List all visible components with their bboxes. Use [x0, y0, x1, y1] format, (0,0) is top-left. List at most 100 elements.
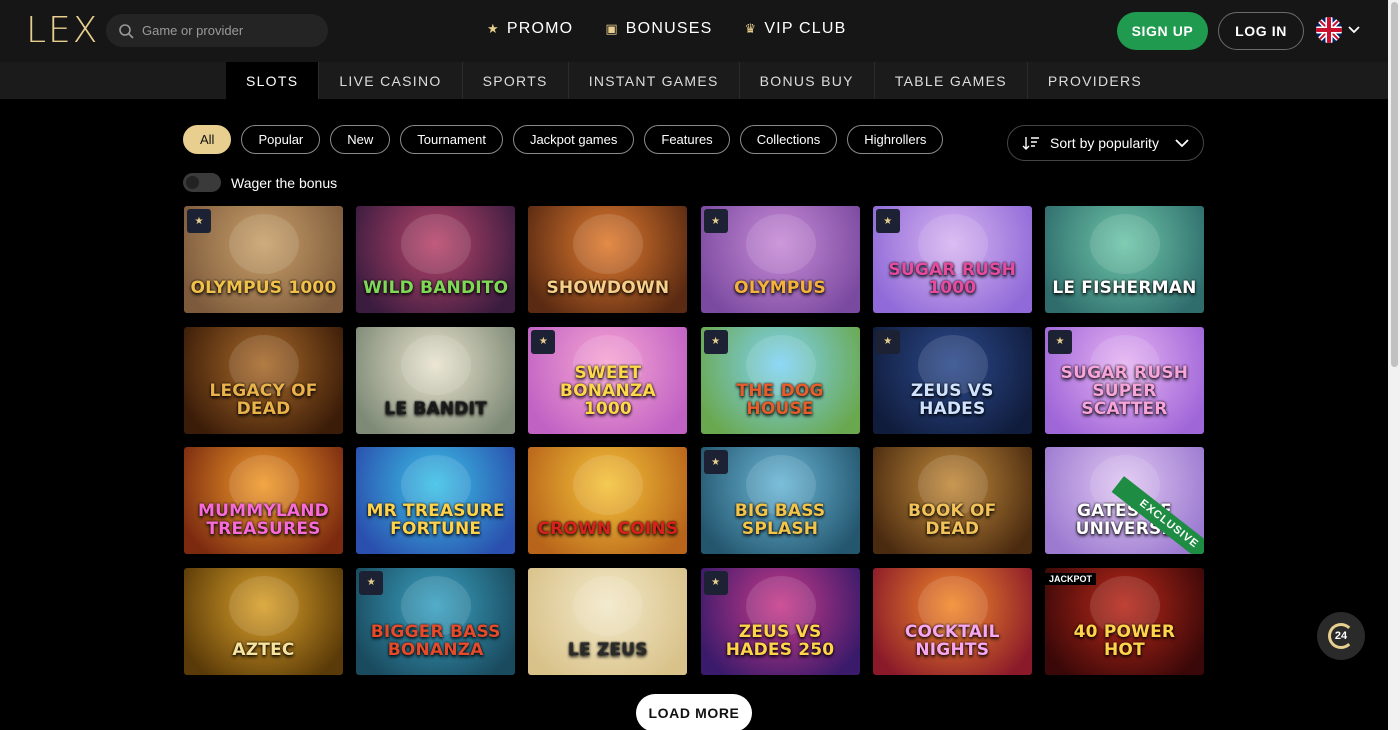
- support-ring-icon: [1328, 623, 1354, 649]
- support-24-button[interactable]: 24: [1317, 612, 1365, 660]
- filter-chips: All Popular New Tournament Jackpot games Feat…: [183, 125, 944, 154]
- game-title: ZEUS VS HADES 250: [725, 621, 835, 660]
- nav-vip-club[interactable]: ♛ VIP CLUB: [744, 20, 846, 38]
- game-tile[interactable]: ★ THE DOG HOUSE: [700, 326, 860, 434]
- game-title: MUMMYLAND TREASURES: [198, 501, 329, 539]
- scrollbar-thumb[interactable]: [1391, 2, 1398, 367]
- game-title: OLYMPUS 1000: [190, 278, 337, 298]
- sort-label: Sort by popularity: [1050, 135, 1159, 151]
- game-tile[interactable]: AZTEC: [184, 567, 343, 675]
- game-tile[interactable]: CROWN COINS: [528, 447, 688, 554]
- drops-wins-badge-icon: ★: [187, 209, 211, 233]
- drops-wins-badge-icon: ★: [531, 329, 556, 354]
- game-tile[interactable]: ★ OLYMPUS: [700, 206, 860, 313]
- game-title: ZEUS VS HADES: [910, 380, 994, 419]
- game-tile[interactable]: ★ ZEUS VS HADES: [872, 326, 1032, 434]
- filter-chip-features[interactable]: Features: [644, 125, 730, 154]
- game-title: LE BANDIT: [384, 398, 487, 419]
- filter-chip-new[interactable]: New: [330, 125, 391, 154]
- game-tile[interactable]: JACKPOT 40 POWER HOT: [1044, 567, 1204, 675]
- game-tile[interactable]: COCKTAIL NIGHTS: [872, 567, 1032, 675]
- signup-button[interactable]: SIGN UP: [1117, 12, 1208, 50]
- load-more-button[interactable]: LOAD MORE: [636, 694, 752, 730]
- nav-promo[interactable]: ★ PROMO: [487, 20, 573, 38]
- gift-icon: ▣: [605, 21, 619, 36]
- main-nav: ★ PROMO ▣ BONUSES ♛ VIP CLUB: [487, 20, 847, 38]
- crown-icon: ♛: [744, 21, 758, 36]
- drops-wins-badge-icon: ★: [703, 209, 728, 233]
- game-tile[interactable]: WILD BANDITO: [356, 206, 516, 313]
- game-tile[interactable]: SHOWDOWN: [528, 206, 688, 313]
- drops-wins-badge-icon: ★: [875, 329, 900, 354]
- filter-chip-jackpot-games[interactable]: Jackpot games: [512, 125, 635, 154]
- category-tab-providers[interactable]: PROVIDERS: [1028, 62, 1162, 99]
- game-tile[interactable]: ★ OLYMPUS 1000: [184, 206, 343, 313]
- wager-bonus-label: Wager the bonus: [231, 174, 338, 191]
- game-art: [401, 214, 472, 274]
- game-tile[interactable]: ★ SWEET BONANZA 1000: [528, 326, 688, 434]
- game-tile[interactable]: GATES OF UNIVERSE EXCLUSIVE: [1044, 447, 1204, 554]
- game-tile[interactable]: MUMMYLAND TREASURES: [184, 447, 343, 554]
- category-bar: SLOTS LIVE CASINO SPORTS INSTANT GAMES BONUS…: [0, 62, 1388, 99]
- game-art: [229, 214, 299, 274]
- game-title: LE FISHERMAN: [1052, 278, 1197, 298]
- game-title: MR TREASURE FORTUNE: [366, 501, 505, 539]
- category-tab-slots[interactable]: SLOTS: [225, 62, 320, 99]
- game-title: OLYMPUS: [734, 278, 826, 298]
- login-button[interactable]: LOG IN: [1218, 12, 1304, 50]
- drops-wins-badge-icon: ★: [703, 570, 728, 595]
- wager-bonus-row: Wager the bonus: [183, 173, 337, 192]
- game-tile[interactable]: LEGACY OF DEAD: [184, 326, 343, 434]
- chevron-down-icon: [1175, 138, 1189, 147]
- game-tile[interactable]: LE ZEUS: [528, 567, 688, 675]
- game-tile[interactable]: ★ SUGAR RUSH SUPER SCATTER: [1044, 326, 1204, 434]
- category-tab-sports[interactable]: SPORTS: [463, 62, 569, 99]
- search-box[interactable]: [106, 14, 328, 47]
- game-tile[interactable]: ★ BIGGER BASS BONANZA: [356, 567, 516, 675]
- nav-bonuses[interactable]: ▣ BONUSES: [605, 20, 712, 38]
- jackpot-badge: JACKPOT: [1044, 572, 1096, 585]
- game-title: CROWN COINS: [537, 519, 679, 539]
- game-title: SHOWDOWN: [546, 278, 670, 298]
- game-tile[interactable]: ★ SUGAR RUSH 1000: [872, 206, 1032, 313]
- game-tile[interactable]: ★ ZEUS VS HADES 250: [700, 567, 860, 675]
- game-art: [1089, 214, 1160, 274]
- game-art: [573, 214, 644, 274]
- game-tile[interactable]: ★ BIG BASS SPLASH: [700, 447, 860, 554]
- search-input[interactable]: [142, 23, 312, 38]
- filter-chip-all[interactable]: All: [183, 125, 232, 154]
- search-icon: [119, 23, 134, 39]
- game-title: THE DOG HOUSE: [736, 380, 824, 419]
- drops-wins-badge-icon: ★: [703, 329, 728, 354]
- wager-bonus-toggle[interactable]: [183, 173, 221, 192]
- sort-dropdown[interactable]: Sort by popularity: [1007, 125, 1204, 161]
- game-art: [573, 455, 644, 515]
- game-tile[interactable]: LE FISHERMAN: [1044, 206, 1204, 313]
- game-art: [229, 575, 299, 636]
- language-selector[interactable]: [1316, 17, 1360, 43]
- filter-chip-collections[interactable]: Collections: [739, 125, 838, 154]
- drops-wins-badge-icon: ★: [359, 570, 384, 595]
- uk-flag-icon: [1316, 17, 1342, 43]
- game-art: [401, 334, 472, 395]
- drops-wins-badge-icon: ★: [1047, 329, 1072, 354]
- game-title: COCKTAIL NIGHTS: [904, 621, 1000, 660]
- game-title: WILD BANDITO: [363, 278, 509, 298]
- filter-chip-popular[interactable]: Popular: [241, 125, 321, 154]
- top-header: LEX ★ PROMO ▣ BONUSES ♛ VIP CLUB SIGN UP…: [0, 0, 1388, 62]
- category-tab-live-casino[interactable]: LIVE CASINO: [319, 62, 463, 99]
- category-tab-instant-games[interactable]: INSTANT GAMES: [569, 62, 740, 99]
- game-tile[interactable]: BOOK OF DEAD: [872, 447, 1032, 554]
- category-tab-bonus-buy[interactable]: BONUS BUY: [740, 62, 875, 99]
- game-title: LEGACY OF DEAD: [209, 380, 318, 419]
- game-grid: ★ OLYMPUS 1000 WILD BANDITO SHOWDOWN ★ OLYMPU…: [184, 206, 1204, 675]
- game-tile[interactable]: MR TREASURE FORTUNE: [356, 447, 516, 554]
- category-tab-table-games[interactable]: TABLE GAMES: [875, 62, 1028, 99]
- game-art: [573, 575, 644, 636]
- site-logo[interactable]: LEX: [26, 13, 99, 49]
- filter-chip-tournament[interactable]: Tournament: [400, 125, 503, 154]
- game-tile[interactable]: LE BANDIT: [356, 326, 516, 434]
- filter-chip-highrollers[interactable]: Highrollers: [847, 125, 944, 154]
- game-title: BIG BASS SPLASH: [734, 501, 826, 539]
- nav-bonuses-label: BONUSES: [625, 20, 713, 37]
